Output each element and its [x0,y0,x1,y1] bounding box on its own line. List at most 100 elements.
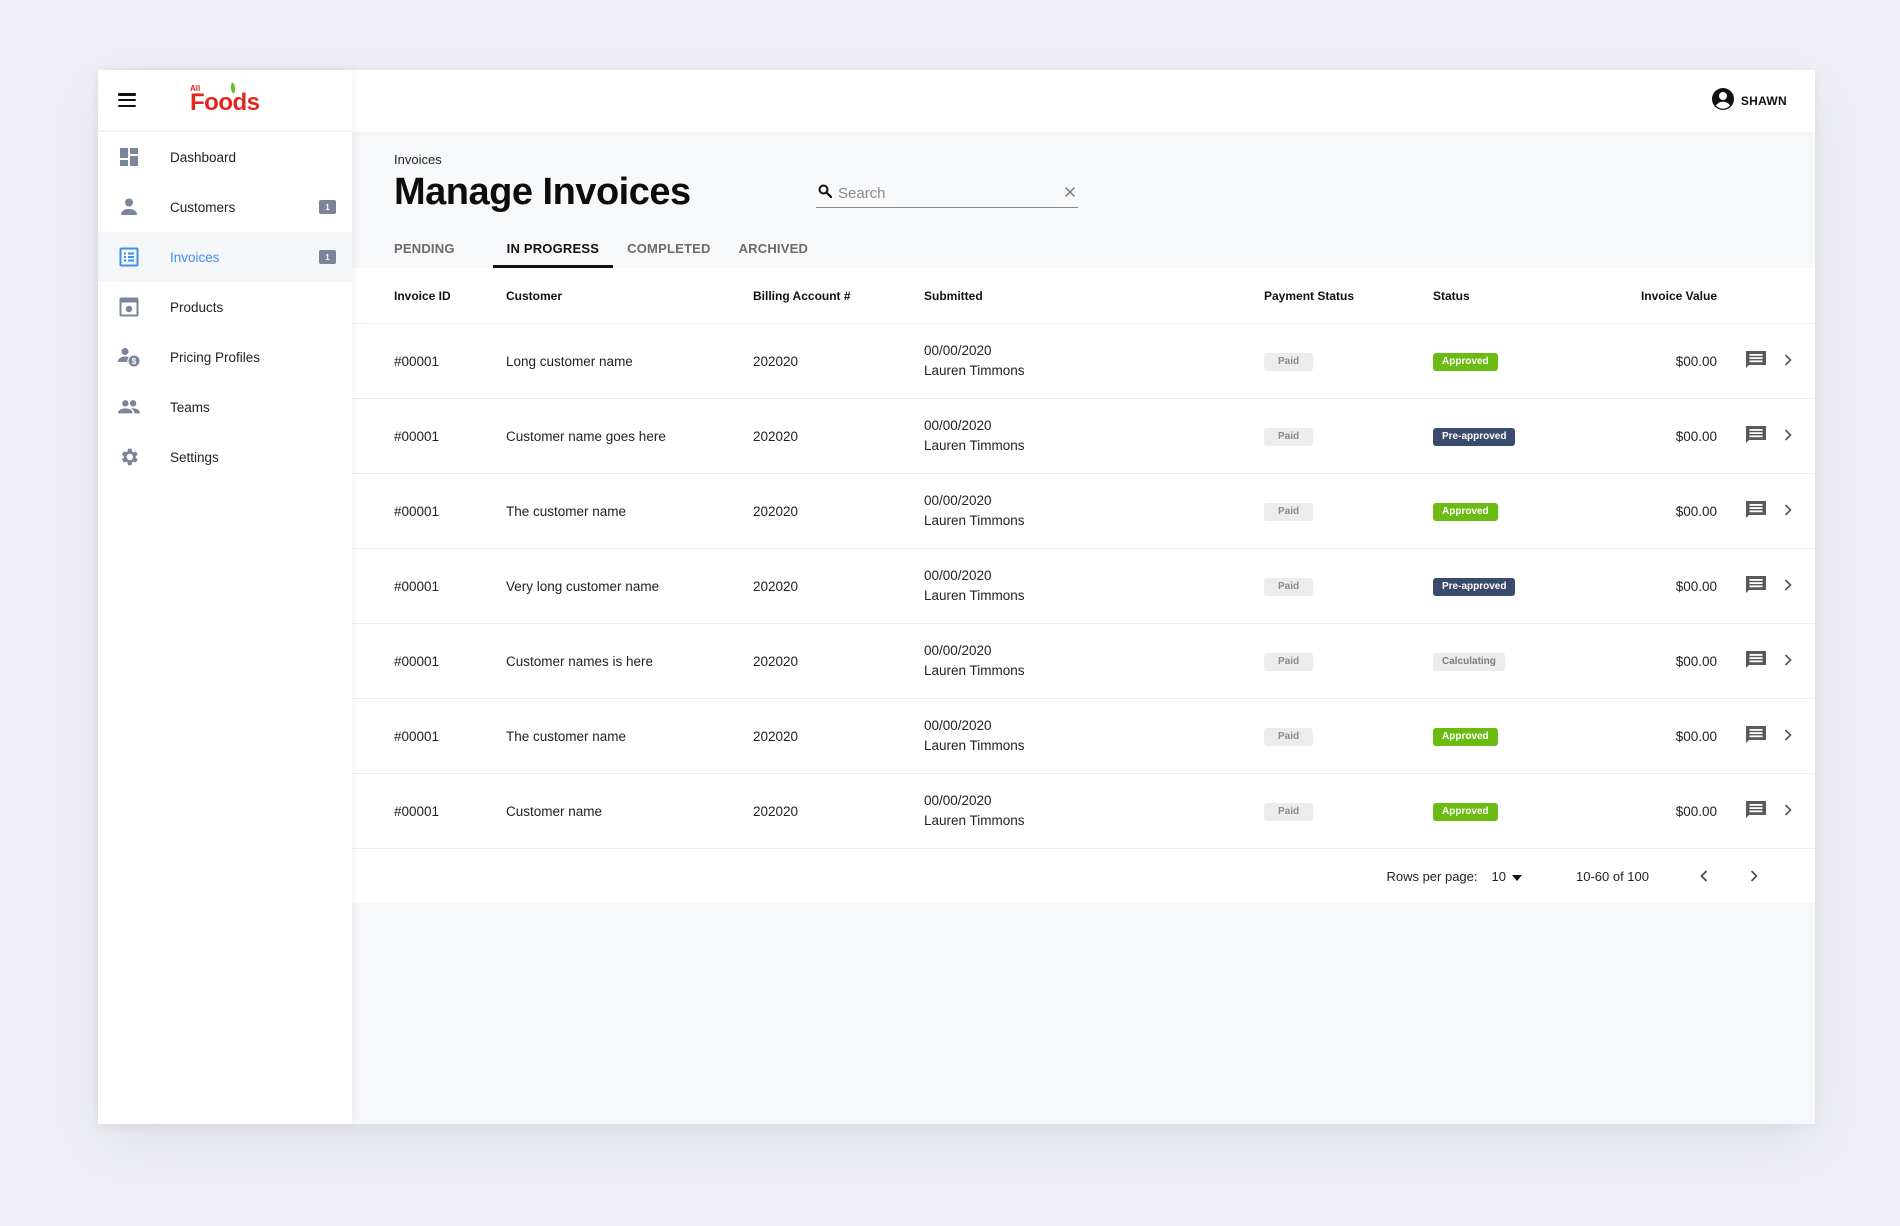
payment-status-badge: Paid [1264,577,1314,596]
user-name: SHAWN [1740,94,1787,108]
submitted-date: 00/00/2020 [924,493,992,508]
sidebar-item-label: Invoices [170,249,220,265]
next-page-button[interactable] [1739,861,1769,891]
invoice-id: #00001 [394,653,440,669]
sidebar-item-pricing-profiles[interactable]: $ Pricing Profiles [98,332,352,382]
logo-main-text: Foods [190,89,260,116]
status-cell: Approved [1433,727,1603,746]
comments-button[interactable] [1717,650,1767,673]
submitted-cell: 00/00/2020 Lauren Timmons [924,491,1264,531]
submitted-cell: 00/00/2020 Lauren Timmons [924,566,1264,606]
open-invoice-button[interactable] [1767,728,1815,744]
column-header-customer[interactable]: Customer [506,289,753,303]
open-invoice-button[interactable] [1767,428,1815,444]
billing-account: 202020 [753,728,799,744]
table-row[interactable]: #00001 The customer name 202020 00/00/2020 L… [352,474,1815,549]
table-row[interactable]: #00001 Customer names is here 202020 00/00/… [352,624,1815,699]
tab-pending[interactable]: PENDING [394,228,493,268]
sidebar-item-label: Pricing Profiles [170,349,261,365]
column-header-billing-account[interactable]: Billing Account # [753,289,924,303]
sidebar-item-settings[interactable]: Settings [98,432,352,482]
submitted-by: Lauren Timmons [924,738,1025,753]
comments-button[interactable] [1717,800,1767,823]
submitted-cell: 00/00/2020 Lauren Timmons [924,416,1264,456]
payment-status-badge: Paid [1264,802,1314,821]
open-invoice-button[interactable] [1767,353,1815,369]
sidebar: All Foods Dashboard Customers 1 Invoices 1 Pr… [98,70,352,1124]
top-bar: SHAWN [352,70,1815,132]
submitted-date: 00/00/2020 [924,568,992,583]
payment-status-cell: Paid [1264,577,1433,596]
search-input[interactable] [838,185,1064,202]
column-header-submitted[interactable]: Submitted [924,289,1264,303]
table-row[interactable]: #00001 Customer name 202020 00/00/2020 Laure… [352,774,1815,849]
tab-archived[interactable]: ARCHIVED [725,228,823,268]
column-header-invoice-id[interactable]: Invoice ID [394,289,506,303]
chevron-right-icon [1784,728,1792,744]
status-badge: Approved [1433,352,1498,371]
status-cell: Calculating [1433,652,1603,671]
billing-account: 202020 [753,803,799,819]
sidebar-item-label: Dashboard [170,149,237,165]
clear-search-icon[interactable] [1064,186,1076,202]
app-window: All Foods Dashboard Customers 1 Invoices 1 Pr… [98,70,1815,1124]
table-row[interactable]: #00001 Long customer name 202020 00/00/2020… [352,324,1815,399]
table-row[interactable]: #00001 Customer name goes here 202020 00/00… [352,399,1815,474]
sidebar-item-customers[interactable]: Customers 1 [98,182,352,232]
rows-per-page-select[interactable]: 10 [1492,869,1522,884]
sidebar-item-label: Customers [170,199,236,215]
comments-button[interactable] [1717,725,1767,748]
sidebar-item-dashboard[interactable]: Dashboard [98,132,352,182]
status-cell: Approved [1433,352,1603,371]
customer-name: Long customer name [506,353,633,369]
menu-icon[interactable] [118,93,136,107]
chevron-right-icon [1784,578,1792,594]
previous-page-button[interactable] [1689,861,1719,891]
brand-logo[interactable]: All Foods [190,82,262,117]
chevron-right-icon [1750,870,1758,882]
table-row[interactable]: #00001 Very long customer name 202020 00/00… [352,549,1815,624]
open-invoice-button[interactable] [1767,653,1815,669]
status-cell: Pre-approved [1433,427,1603,446]
invoice-value: $00.00 [1675,503,1717,519]
breadcrumb[interactable]: Invoices [394,152,1815,167]
submitted-cell: 00/00/2020 Lauren Timmons [924,791,1264,831]
invoice-id: #00001 [394,803,440,819]
sidebar-item-products[interactable]: Products [98,282,352,332]
status-badge: Approved [1433,802,1498,821]
comment-icon [1745,425,1767,448]
submitted-date: 00/00/2020 [924,418,992,433]
person-dollar-icon: $ [118,346,140,368]
submitted-date: 00/00/2020 [924,343,992,358]
comments-button[interactable] [1717,500,1767,523]
tab-in-progress[interactable]: IN PROGRESS [492,228,614,268]
table-row[interactable]: #00001 The customer name 202020 00/00/2020 L… [352,699,1815,774]
comment-icon [1745,725,1767,748]
caret-down-icon [1511,869,1522,884]
sidebar-header: All Foods [98,70,352,132]
open-invoice-button[interactable] [1767,503,1815,519]
user-menu[interactable]: SHAWN [1711,87,1787,116]
submitted-date: 00/00/2020 [924,793,992,808]
open-invoice-button[interactable] [1767,803,1815,819]
chevron-right-icon [1784,653,1792,669]
chevron-right-icon [1784,803,1792,819]
column-header-status[interactable]: Status [1433,289,1603,303]
sidebar-item-invoices[interactable]: Invoices 1 [98,232,352,282]
comments-button[interactable] [1717,425,1767,448]
submitted-by: Lauren Timmons [924,363,1025,378]
status-cell: Pre-approved [1433,577,1603,596]
tab-completed[interactable]: COMPLETED [613,228,724,268]
sidebar-item-teams[interactable]: Teams [98,382,352,432]
comments-button[interactable] [1717,350,1767,373]
column-header-payment-status[interactable]: Payment Status [1264,289,1433,303]
customer-name: Customer names is here [506,653,654,669]
payment-status-badge: Paid [1264,652,1314,671]
invoice-value: $00.00 [1675,803,1717,819]
billing-account: 202020 [753,578,799,594]
open-invoice-button[interactable] [1767,578,1815,594]
submitted-date: 00/00/2020 [924,718,992,733]
rows-per-page-label: Rows per page: [1386,868,1478,884]
column-header-invoice-value[interactable]: Invoice Value [1603,289,1717,303]
comments-button[interactable] [1717,575,1767,598]
